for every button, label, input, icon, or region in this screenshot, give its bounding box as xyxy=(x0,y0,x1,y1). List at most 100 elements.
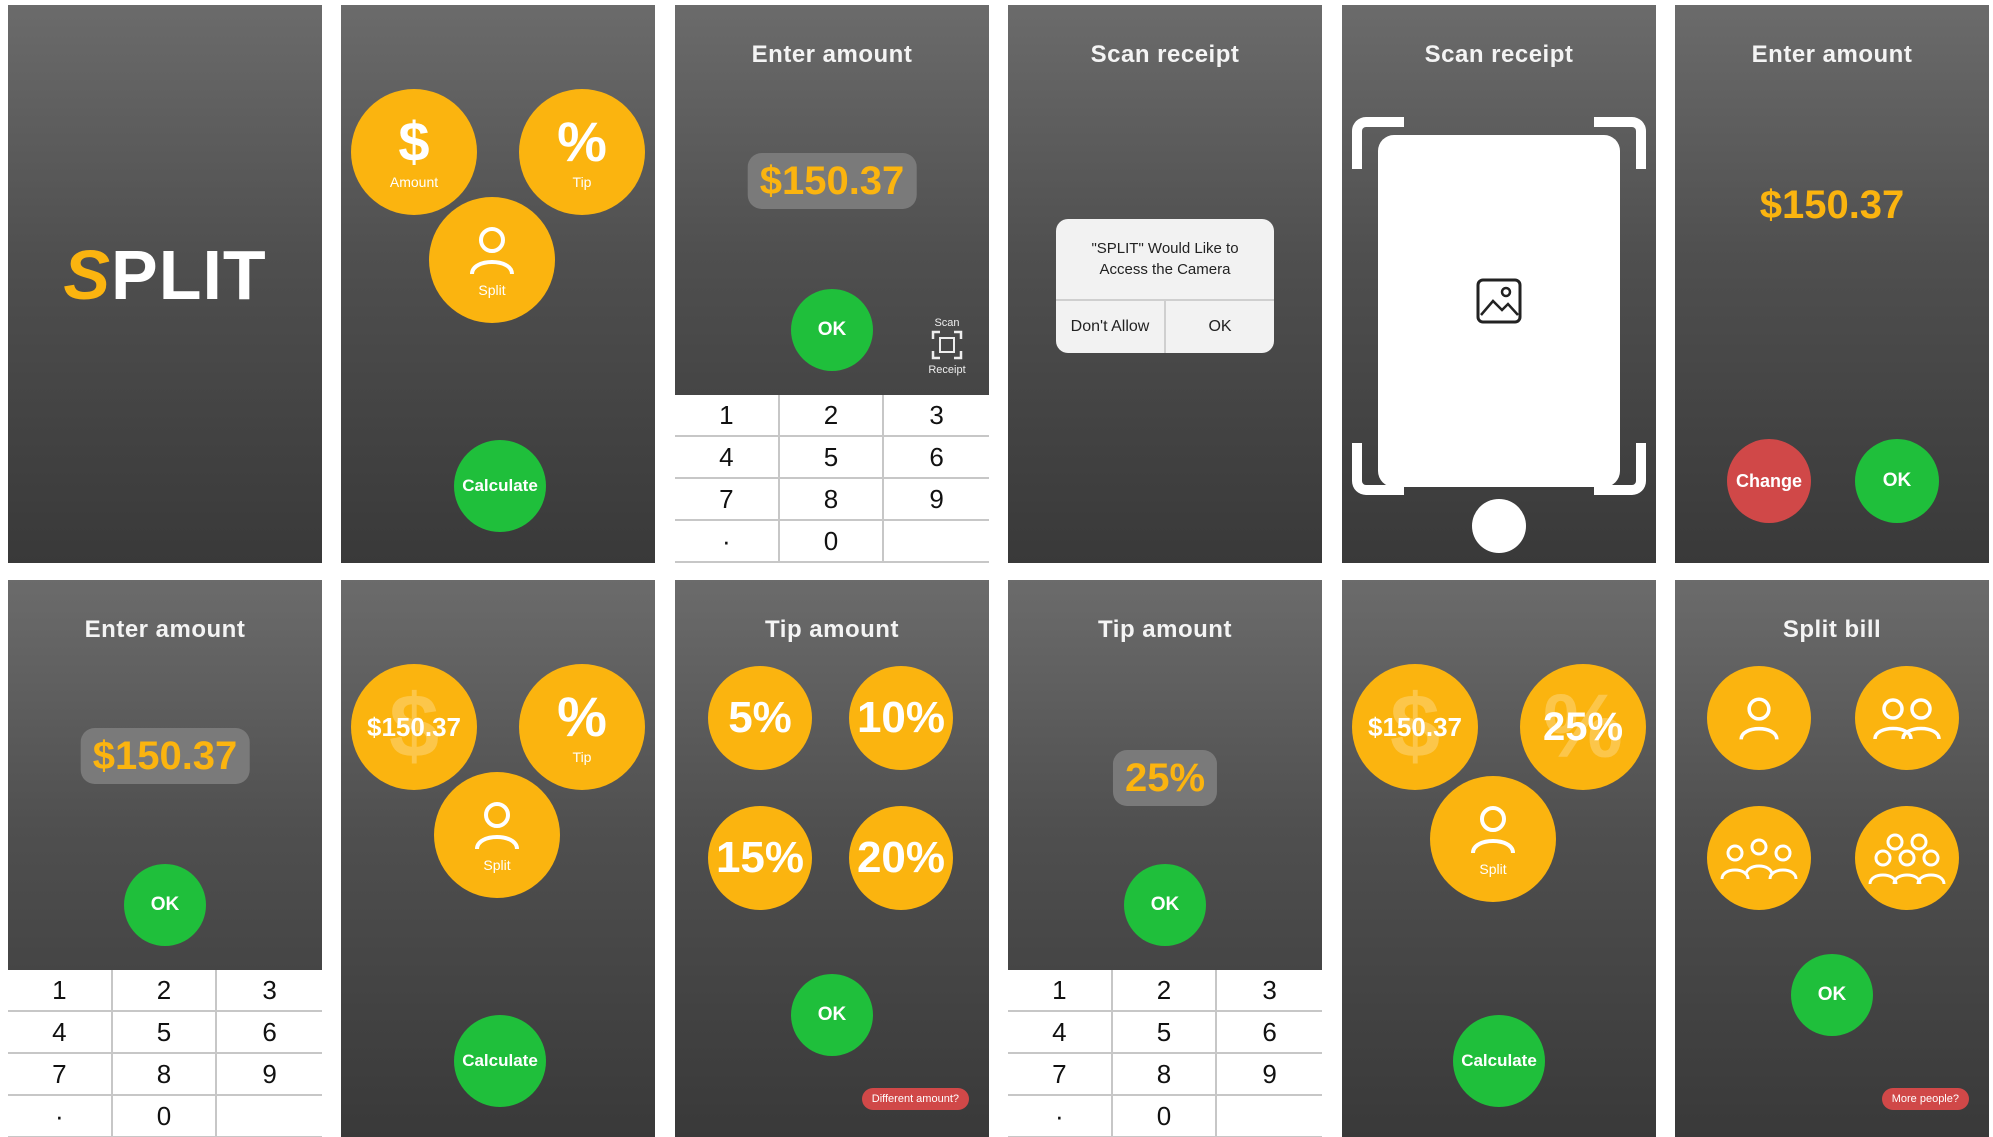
key-3[interactable]: 3 xyxy=(217,970,322,1012)
key-decimal[interactable]: · xyxy=(675,521,780,563)
tip-value: 25% xyxy=(1542,704,1624,749)
split-label: Split xyxy=(478,282,506,298)
amount-display[interactable]: $150.37 xyxy=(80,728,250,784)
person-icon xyxy=(475,802,519,850)
split-button[interactable]: Split xyxy=(429,197,555,323)
screen-title: Tip amount xyxy=(765,616,899,643)
screen-title: Enter amount xyxy=(751,41,913,68)
tip-button[interactable]: % Tip xyxy=(519,664,645,790)
ok-button[interactable]: OK xyxy=(1855,439,1939,523)
change-button[interactable]: Change xyxy=(1727,439,1811,523)
camera-permission-dialog: "SPLIT" Would Like to Access the Camera … xyxy=(1056,219,1274,353)
key-4[interactable]: 4 xyxy=(675,437,780,479)
tip-option-5[interactable]: 5% xyxy=(708,666,812,770)
screen-title: Enter amount xyxy=(1751,41,1913,68)
split-two-people-button[interactable] xyxy=(1855,666,1959,770)
key-8[interactable]: 8 xyxy=(1112,1054,1218,1096)
ok-button[interactable]: OK xyxy=(791,289,873,371)
more-people-button[interactable]: More people? xyxy=(1881,1088,1969,1110)
screen-title: Scan receipt xyxy=(1424,41,1574,68)
image-icon xyxy=(1476,278,1522,324)
key-9[interactable]: 9 xyxy=(884,479,989,521)
key-6[interactable]: 6 xyxy=(884,437,989,479)
tip-button[interactable]: % 25% xyxy=(1520,664,1646,790)
key-0[interactable]: 0 xyxy=(1112,1096,1218,1137)
key-4[interactable]: 4 xyxy=(1008,1012,1113,1054)
amount-button[interactable]: $ $150.37 xyxy=(1352,664,1478,790)
key-6[interactable]: 6 xyxy=(217,1012,322,1054)
calculate-button[interactable]: Calculate xyxy=(454,1015,546,1107)
key-0[interactable]: 0 xyxy=(112,1096,218,1137)
key-7[interactable]: 7 xyxy=(8,1054,113,1096)
amount-value: $150.37 xyxy=(367,711,461,742)
key-4[interactable]: 4 xyxy=(8,1012,113,1054)
key-5[interactable]: 5 xyxy=(1112,1012,1218,1054)
tip-options-screen: Tip amount 5% 10% 15% 20% OK Different a… xyxy=(675,580,989,1137)
key-8[interactable]: 8 xyxy=(779,479,885,521)
key-9[interactable]: 9 xyxy=(217,1054,322,1096)
key-decimal[interactable]: · xyxy=(1008,1096,1113,1137)
one-person-icon xyxy=(1739,697,1779,740)
dialog-message: "SPLIT" Would Like to Access the Camera xyxy=(1056,219,1274,301)
split-label: Split xyxy=(1479,861,1507,877)
key-7[interactable]: 7 xyxy=(675,479,780,521)
tip-option-10[interactable]: 10% xyxy=(849,666,953,770)
split-four-people-button[interactable] xyxy=(1855,806,1959,910)
key-1[interactable]: 1 xyxy=(675,395,780,437)
tip-display[interactable]: 25% xyxy=(1112,750,1218,806)
key-0[interactable]: 0 xyxy=(779,521,885,563)
amount-label: Amount xyxy=(389,174,439,190)
tip-option-20[interactable]: 20% xyxy=(849,806,953,910)
scan-receipt-button[interactable]: Scan Receipt xyxy=(919,317,975,378)
ok-button[interactable]: OK xyxy=(124,864,206,946)
ok-button[interactable]: OK xyxy=(1791,954,1873,1036)
key-2[interactable]: 2 xyxy=(112,970,218,1012)
split-button[interactable]: Split xyxy=(1430,776,1556,902)
key-2[interactable]: 2 xyxy=(779,395,885,437)
split-logo: SPLIT xyxy=(8,235,322,315)
split-button[interactable]: Split xyxy=(434,772,560,898)
dont-allow-button[interactable]: Don't Allow xyxy=(1056,301,1166,353)
key-1[interactable]: 1 xyxy=(8,970,113,1012)
main-menu-screen: $ Amount % Tip Split Calculate xyxy=(341,5,655,563)
amount-button[interactable]: $ Amount xyxy=(351,89,477,215)
key-5[interactable]: 5 xyxy=(779,437,885,479)
shutter-button[interactable] xyxy=(1472,499,1526,553)
tip-button[interactable]: % Tip xyxy=(519,89,645,215)
tip-label: Tip xyxy=(572,174,592,190)
ok-button[interactable]: OK xyxy=(1124,864,1206,946)
allow-ok-button[interactable]: OK xyxy=(1166,301,1274,353)
key-3[interactable]: 3 xyxy=(1217,970,1322,1012)
key-3[interactable]: 3 xyxy=(884,395,989,437)
key-7[interactable]: 7 xyxy=(1008,1054,1113,1096)
amount-value: $150.37 xyxy=(1759,183,1905,227)
split-three-people-button[interactable] xyxy=(1707,806,1811,910)
percent-icon: % xyxy=(557,110,607,173)
different-amount-button[interactable]: Different amount? xyxy=(861,1088,969,1110)
menu-amount-filled-screen: $ $150.37 % Tip Split Calculate xyxy=(341,580,655,1137)
number-keypad: 1 2 3 4 5 6 7 8 9 · 0 xyxy=(8,970,322,1137)
key-1[interactable]: 1 xyxy=(1008,970,1113,1012)
key-2[interactable]: 2 xyxy=(1112,970,1218,1012)
key-5[interactable]: 5 xyxy=(112,1012,218,1054)
calculate-button[interactable]: Calculate xyxy=(454,440,546,532)
key-decimal[interactable]: · xyxy=(8,1096,113,1137)
tip-option-15[interactable]: 15% xyxy=(708,806,812,910)
confirm-amount-screen: Enter amount $150.37 Change OK xyxy=(1675,5,1989,563)
scan-icon xyxy=(931,330,963,360)
key-9[interactable]: 9 xyxy=(1217,1054,1322,1096)
calculate-button[interactable]: Calculate xyxy=(1453,1015,1545,1107)
number-keypad: 1 2 3 4 5 6 7 8 9 · 0 xyxy=(675,395,989,563)
amount-display[interactable]: $150.37 xyxy=(747,153,917,209)
scan-viewfinder-screen: Scan receipt xyxy=(1342,5,1656,563)
dollar-icon: $ xyxy=(398,110,430,173)
split-one-person-button[interactable] xyxy=(1707,666,1811,770)
key-8[interactable]: 8 xyxy=(112,1054,218,1096)
number-keypad: 1 2 3 4 5 6 7 8 9 · 0 xyxy=(1008,970,1322,1137)
person-icon xyxy=(1471,806,1515,854)
screen-title: Tip amount xyxy=(1098,616,1232,643)
key-6[interactable]: 6 xyxy=(1217,1012,1322,1054)
amount-button[interactable]: $ $150.37 xyxy=(351,664,477,790)
ok-button[interactable]: OK xyxy=(791,974,873,1056)
camera-permission-screen: Scan receipt "SPLIT" Would Like to Acces… xyxy=(1008,5,1322,563)
